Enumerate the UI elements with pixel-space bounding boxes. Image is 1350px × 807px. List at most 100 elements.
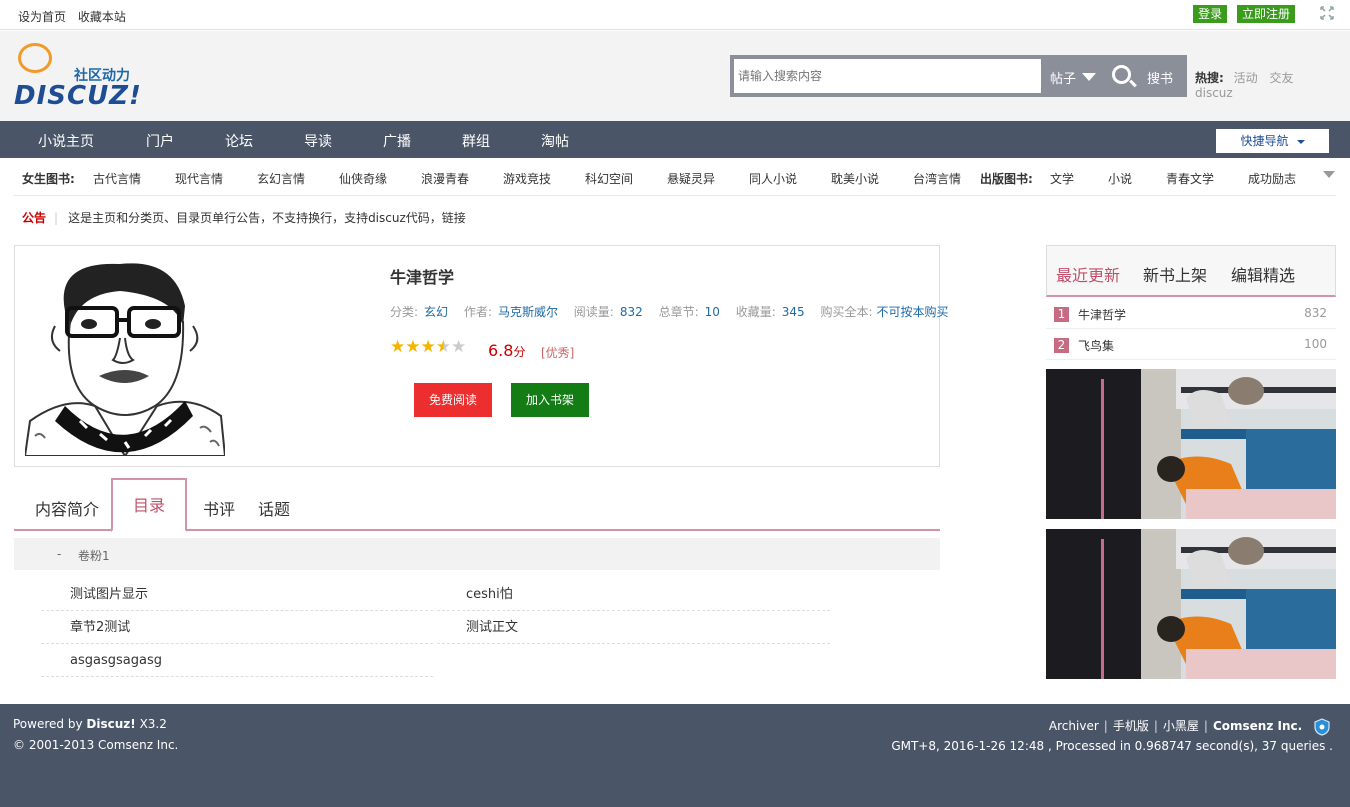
tab-new-books[interactable]: 新书上架 <box>1143 262 1207 286</box>
company-link[interactable]: Comsenz Inc. <box>1213 719 1302 733</box>
hot-search-item[interactable]: 活动 <box>1234 71 1258 85</box>
hot-search: 热搜: 活动 交友 discuz <box>1195 69 1350 100</box>
sidebar-photo[interactable] <box>1046 529 1336 679</box>
collapse-icon[interactable]: - <box>57 547 61 561</box>
version: X3.2 <box>139 717 167 731</box>
book-meta: 分类: 玄幻 作者: 马克斯威尔 阅读量: 832 总章节: 10 收藏量: 345 购买… <box>390 303 949 320</box>
bookmark-link[interactable]: 收藏本站 <box>78 10 126 24</box>
archiver-link[interactable]: Archiver <box>1049 719 1099 733</box>
announcement-text: 这是主页和分类页、目录页单行公告，不支持换行，支持discuz代码，链接 <box>68 211 466 225</box>
powered-label: Powered by <box>13 717 83 731</box>
author-label: 作者: <box>463 305 492 319</box>
search-icon[interactable] <box>1112 65 1131 84</box>
search-type-select[interactable]: 帖子 <box>1050 68 1076 87</box>
category-link[interactable]: 耽美小说 <box>831 170 879 187</box>
chapter-link[interactable]: 测试正文 <box>437 611 830 644</box>
buy-label: 购买全本: <box>820 305 873 319</box>
site-logo[interactable]: 社区动力 DISCUZ! <box>14 43 154 113</box>
fullscreen-icon[interactable] <box>1320 6 1334 20</box>
brand-link[interactable]: Discuz! <box>86 717 135 731</box>
nav-item-portal[interactable]: 门户 <box>146 131 174 151</box>
nav-item-collection[interactable]: 淘帖 <box>541 131 569 151</box>
rank-item[interactable]: 2 飞鸟集 100 <box>1046 329 1336 360</box>
published-books-label: 出版图书: <box>980 172 1033 186</box>
register-button[interactable]: 立即注册 <box>1236 5 1295 23</box>
tab-toc[interactable]: 目录 <box>111 478 187 532</box>
chapter-link[interactable]: ceshi怕 <box>437 578 830 611</box>
expand-down-icon[interactable] <box>1323 171 1335 178</box>
rank-title[interactable]: 牛津哲学 <box>1078 306 1126 323</box>
copyright: © 2001-2013 Comsenz Inc. <box>13 738 179 752</box>
rank-title[interactable]: 飞鸟集 <box>1078 337 1114 354</box>
author-link[interactable]: 马克斯威尔 <box>498 305 558 319</box>
quick-nav-label: 快捷导航 <box>1240 134 1289 148</box>
free-read-button[interactable]: 免费阅读 <box>414 383 492 417</box>
search-button[interactable]: 搜书 <box>1147 68 1173 87</box>
divider: | <box>54 211 59 225</box>
star-empty-icon: ★ <box>451 337 467 357</box>
nav-item-groups[interactable]: 群组 <box>462 131 490 151</box>
reads-value: 832 <box>619 305 643 319</box>
chapters-value: 10 <box>704 305 720 319</box>
hot-search-item[interactable]: 交友 <box>1269 71 1293 85</box>
chevron-down-icon[interactable] <box>1082 73 1096 81</box>
category-link[interactable]: 青春文学 <box>1166 170 1214 187</box>
set-home-link[interactable]: 设为首页 <box>18 10 66 24</box>
mobile-link[interactable]: 手机版 <box>1113 719 1149 733</box>
tab-intro[interactable]: 内容简介 <box>35 496 99 520</box>
nav-item-novel-home[interactable]: 小说主页 <box>38 131 94 151</box>
book-cover-image[interactable] <box>23 256 227 457</box>
top-bar: 设为首页 收藏本站 登录 立即注册 <box>0 0 1350 30</box>
header: 社区动力 DISCUZ! 帖子 搜书 热搜: 活动 交友 discuz <box>0 31 1350 121</box>
tab-reviews[interactable]: 书评 <box>203 496 235 520</box>
category-link[interactable]: 科幻空间 <box>585 170 633 187</box>
add-to-shelf-button[interactable]: 加入书架 <box>511 383 589 417</box>
category-link[interactable]: 文学 <box>1050 170 1074 187</box>
volume-header[interactable]: - 卷粉1 <box>14 538 940 570</box>
category-link[interactable]: 游戏竞技 <box>503 170 551 187</box>
hot-search-label: 热搜: <box>1195 71 1224 85</box>
powered-by: Powered by Discuz! X3.2 <box>13 717 167 731</box>
category-link[interactable]: 浪漫青春 <box>421 170 469 187</box>
nav-item-broadcast[interactable]: 广播 <box>383 131 411 151</box>
star-icon: ★ <box>420 337 436 357</box>
sidebar-tabs: 最近更新 新书上架 编辑精选 <box>1046 245 1336 297</box>
star-icon: ★ <box>390 337 406 357</box>
security-shield-icon[interactable] <box>1314 717 1330 736</box>
category-nav: 女生图书: 古代言情 现代言情 玄幻言情 仙侠奇缘 浪漫青春 游戏竞技 科幻空间… <box>14 158 1336 196</box>
search-box: 帖子 搜书 <box>730 55 1187 97</box>
book-info-panel: 牛津哲学 分类: 玄幻 作者: 马克斯威尔 阅读量: 832 总章节: 10 收藏量: 3… <box>14 245 949 467</box>
chapter-link[interactable]: 章节2测试 <box>41 611 433 644</box>
tab-recent-updates[interactable]: 最近更新 <box>1056 262 1120 286</box>
book-tabs: 内容简介 目录 书评 话题 <box>14 478 940 532</box>
tab-editor-picks[interactable]: 编辑精选 <box>1231 262 1295 286</box>
category-link[interactable]: 小说 <box>1108 170 1132 187</box>
sidebar-photo[interactable] <box>1046 369 1336 519</box>
nav-item-forum[interactable]: 论坛 <box>225 131 253 151</box>
reads-label: 阅读量: <box>573 305 614 319</box>
category-link[interactable]: 现代言情 <box>175 170 223 187</box>
category-link[interactable]: 仙侠奇缘 <box>339 170 387 187</box>
footer-links: Archiver | 手机版 | 小黑屋 | Comsenz Inc. <box>1049 717 1330 736</box>
category-link[interactable]: 玄幻 <box>424 305 448 319</box>
buy-status[interactable]: 不可按本购买 <box>877 305 949 319</box>
category-link[interactable]: 悬疑灵异 <box>667 170 715 187</box>
login-button[interactable]: 登录 <box>1193 5 1228 23</box>
hot-search-item[interactable]: discuz <box>1195 86 1233 100</box>
chapters-label: 总章节: <box>658 305 699 319</box>
chapter-link[interactable]: asgasgsagasg <box>41 644 433 677</box>
category-link[interactable]: 台湾言情 <box>913 170 961 187</box>
tab-topics[interactable]: 话题 <box>258 496 290 520</box>
quick-nav-button[interactable]: 快捷导航 <box>1216 129 1329 153</box>
category-link[interactable]: 成功励志 <box>1248 170 1296 187</box>
search-input[interactable] <box>734 59 1041 93</box>
blacklist-link[interactable]: 小黑屋 <box>1163 719 1199 733</box>
nav-item-guide[interactable]: 导读 <box>304 131 332 151</box>
category-link[interactable]: 古代言情 <box>93 170 141 187</box>
rank-number: 2 <box>1054 338 1069 353</box>
category-link[interactable]: 玄幻言情 <box>257 170 305 187</box>
category-label: 分类: <box>390 305 419 319</box>
chapter-link[interactable]: 测试图片显示 <box>41 578 433 611</box>
rank-item[interactable]: 1 牛津哲学 832 <box>1046 298 1336 329</box>
category-link[interactable]: 同人小说 <box>749 170 797 187</box>
